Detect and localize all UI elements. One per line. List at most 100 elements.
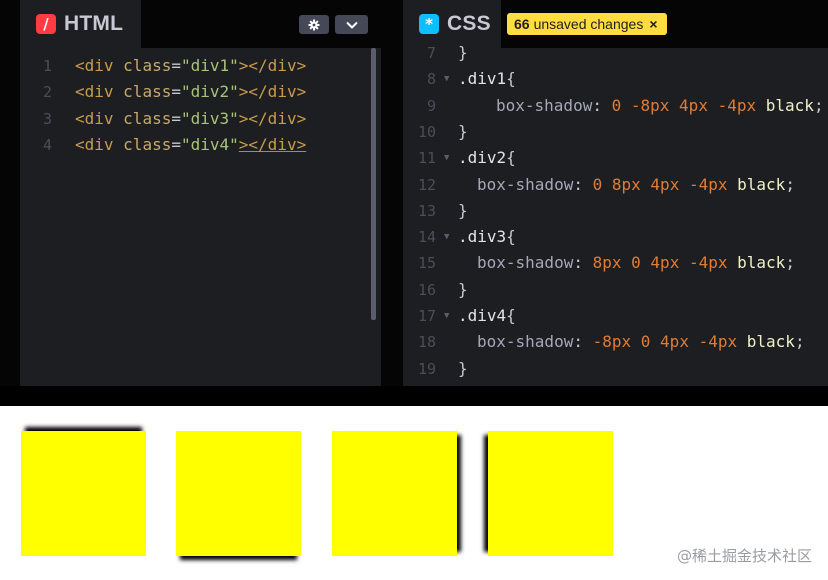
brace: } xyxy=(458,43,468,62)
css-number: -8px xyxy=(630,95,670,115)
code-line: 11 ▼ .div2{ xyxy=(403,145,828,171)
brace: } xyxy=(458,121,468,141)
html-scrollbar[interactable] xyxy=(371,48,376,320)
code-line: 8 ▼ .div1{ xyxy=(403,66,828,92)
fold-arrow-icon[interactable]: ▼ xyxy=(444,303,449,329)
chevron-down-icon xyxy=(345,21,358,29)
html-editor-panel: / HTML 1 <div class="div1"></div> 2 <div… xyxy=(20,0,381,386)
code-line: 4 <div class="div4"></div> xyxy=(20,132,381,158)
code-line: 13} xyxy=(403,198,828,224)
line-number: 1 xyxy=(42,57,52,75)
watermark: @稀土掘金技术社区 xyxy=(676,547,812,565)
line-number: 3 xyxy=(42,109,52,128)
settings-button[interactable] xyxy=(299,15,329,34)
code-line: 7} xyxy=(403,40,828,66)
attr-value: "div3" xyxy=(180,108,239,128)
line-number: 17 xyxy=(417,307,436,325)
line-number: 12 xyxy=(417,175,436,194)
code-line: 3 <div class="div3"></div> xyxy=(20,106,381,132)
line-number: 10 xyxy=(417,122,436,141)
html-code[interactable]: 1 <div class="div1"></div> 2 <div class="di… xyxy=(20,48,381,386)
css-keyword: black xyxy=(765,95,814,115)
line-number: 2 xyxy=(42,83,52,102)
preview-box-div3 xyxy=(332,431,457,556)
code-text: <div class="div3"></div> xyxy=(75,106,306,132)
code-text: } xyxy=(458,277,468,303)
colon: : xyxy=(573,174,593,194)
equals: = xyxy=(171,82,181,102)
gear-icon xyxy=(308,19,320,30)
fold-arrow-icon[interactable]: ▼ xyxy=(444,145,449,171)
css-number: 0 xyxy=(640,332,651,352)
css-number: 0 xyxy=(631,253,641,273)
css-number: -4px xyxy=(698,332,738,352)
attr-value: "div2" xyxy=(180,82,239,102)
brace: { xyxy=(506,306,516,325)
code-text: } xyxy=(458,40,468,66)
close-icon[interactable]: × xyxy=(649,16,657,32)
code-text: .div3{ xyxy=(458,224,516,250)
css-tab-label: CSS xyxy=(447,12,491,35)
preview-box-div2 xyxy=(176,431,301,556)
code-text: <div class="div1"></div> xyxy=(75,53,306,79)
result-preview: @稀土掘金技术社区 xyxy=(0,406,828,580)
code-text: <div class="div2"></div> xyxy=(75,79,306,105)
code-line: 9 box-shadow: 0 -8px 4px -4px black; xyxy=(403,93,828,119)
code-line: 18 box-shadow: -8px 0 4px -4px black; xyxy=(403,329,828,355)
code-line: 2 <div class="div2"></div> xyxy=(20,79,381,105)
unsaved-count: 66 xyxy=(514,16,530,32)
line-number: 18 xyxy=(417,333,436,352)
html-slash-icon: / xyxy=(36,14,56,34)
colon: : xyxy=(573,332,593,352)
attr-value: "div4" xyxy=(180,134,239,154)
code-text: .div1{ xyxy=(458,66,516,92)
fold-arrow-icon[interactable]: ▼ xyxy=(444,66,449,92)
colon: : xyxy=(573,253,593,273)
code-text: box-shadow: 0 8px 4px -4px black; xyxy=(477,172,795,198)
preview-box-div4 xyxy=(488,431,613,556)
code-line: 17 ▼ .div4{ xyxy=(403,303,828,329)
css-code[interactable]: 7} 8 ▼ .div1{9 box-shadow: 0 -8px 4px -4px b… xyxy=(403,43,828,386)
tag-open: <div xyxy=(75,56,124,75)
code-line: 12 box-shadow: 0 8px 4px -4px black; xyxy=(403,172,828,198)
code-text: box-shadow: 0 -8px 4px -4px black; xyxy=(496,93,824,119)
attr-value: "div1" xyxy=(180,56,239,75)
code-text: .div2{ xyxy=(458,145,516,171)
line-number: 7 xyxy=(426,44,436,62)
code-line: 16} xyxy=(403,277,828,303)
css-selector: .div2 xyxy=(458,148,507,168)
collapse-dropdown-button[interactable] xyxy=(335,15,368,34)
css-property: box-shadow xyxy=(477,332,574,352)
panel-divider[interactable] xyxy=(381,0,403,386)
css-number: -4px xyxy=(688,174,728,194)
code-line: 1 <div class="div1"></div> xyxy=(20,53,381,79)
tag-open: <div xyxy=(75,134,124,154)
css-selector: .div4 xyxy=(458,306,507,325)
code-text: .div4{ xyxy=(458,303,516,329)
css-number: 4px xyxy=(679,95,708,115)
tag-open: <div xyxy=(75,108,124,128)
css-selector: .div3 xyxy=(458,227,507,247)
css-number: 0 xyxy=(592,174,603,194)
semicolon: ; xyxy=(794,332,805,352)
brace: { xyxy=(506,227,516,247)
css-number: 0 xyxy=(611,95,622,115)
tab-html[interactable]: / HTML xyxy=(20,0,141,48)
css-keyword: black xyxy=(737,174,786,194)
css-number: 8px xyxy=(592,253,622,273)
css-property: box-shadow xyxy=(496,95,593,115)
fold-arrow-icon[interactable]: ▼ xyxy=(444,224,449,250)
html-tab-label: HTML xyxy=(64,12,124,35)
code-line: 14 ▼ .div3{ xyxy=(403,224,828,250)
line-number: 8 xyxy=(426,70,436,89)
unsaved-label: unsaved changes xyxy=(533,16,644,32)
css-number: -4px xyxy=(688,253,728,273)
code-text: box-shadow: -8px 0 4px -4px black; xyxy=(477,329,805,355)
unsaved-changes-badge[interactable]: 66 unsaved changes × xyxy=(507,13,667,35)
attr-name: class xyxy=(123,82,172,102)
html-tab-bar: / HTML xyxy=(20,0,381,48)
line-number: 11 xyxy=(417,149,436,168)
code-text: <div class="div4"></div> xyxy=(75,132,306,158)
semicolon: ; xyxy=(785,253,795,273)
code-line: 19} xyxy=(403,356,828,382)
